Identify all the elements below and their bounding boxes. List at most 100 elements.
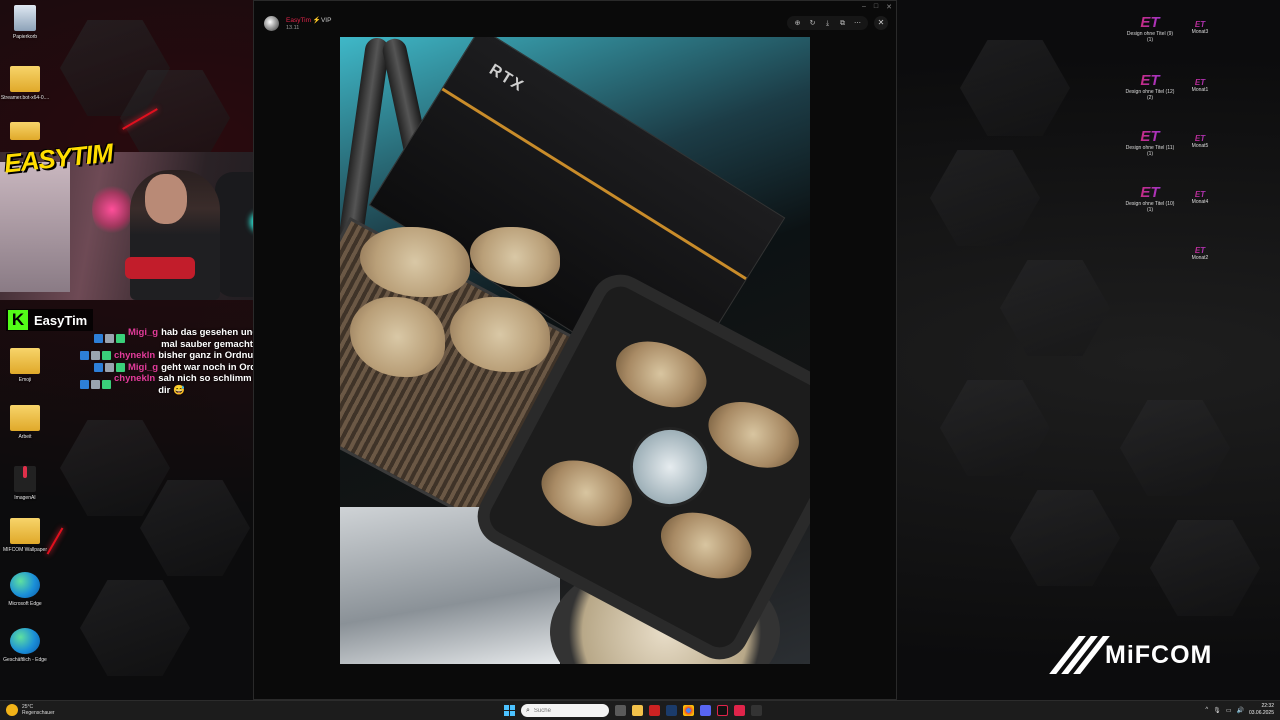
chat-badges (80, 350, 111, 362)
desktop-icon-monat4[interactable]: ET Monat4 (1174, 190, 1226, 205)
maximize-icon[interactable]: □ (874, 3, 878, 11)
download-icon[interactable]: ⤓ (823, 19, 832, 28)
desktop-icon-imagenai[interactable]: ImagenAI (0, 460, 50, 501)
fan-blade (650, 496, 761, 593)
post-date: 13.11 (286, 25, 300, 31)
desktop-icon-label: Geschäftlich - Edge (3, 657, 47, 663)
weather-widget[interactable]: 25°C Regenschauer (6, 704, 55, 716)
desktop-icon-monat3[interactable]: ET Monat3 (1174, 20, 1226, 35)
imagenai-taskbar-icon[interactable] (751, 705, 762, 716)
chat-username: chynekln (114, 350, 156, 361)
volume-icon[interactable]: 🔊 (1236, 707, 1243, 714)
channel-name: EasyTim (34, 312, 88, 328)
desktop-icon-folder-partial[interactable] (0, 122, 50, 143)
hex-pattern (1000, 260, 1110, 356)
desktop-icon-recycle-bin[interactable]: Papierkorb (0, 5, 50, 40)
desktop-icon-label: Microsoft Edge (8, 601, 42, 607)
webcam-pink-lamp (92, 182, 132, 237)
author-avatar[interactable] (264, 16, 279, 31)
task-view-icon[interactable] (615, 705, 626, 716)
desktop-icon-design-9[interactable]: ET Design ohne Titel (9) (1) (1124, 14, 1176, 43)
network-icon[interactable]: ▭ (1226, 707, 1232, 714)
chat-text: bisher ganz in Ordnung (158, 350, 265, 361)
desktop-icon-label: Papierkorb (12, 34, 38, 40)
fan-blade (698, 386, 808, 483)
desktop-icon-arbeit[interactable]: Arbeit (0, 405, 50, 440)
more-icon[interactable]: ⋯ (853, 19, 862, 28)
desktop-icon-monat2[interactable]: ET Monat2 (1174, 246, 1226, 261)
hex-pattern (1120, 400, 1230, 496)
viewer-header: – □ ✕ EasyTim ⚡VIP 13.11 ⊕ ↻ ⤓ ⧉ ⋯ ✕ (254, 1, 896, 37)
taskbar: 25°C Regenschauer ⌕ ^ 🎙 ▭ 🔊 22:32 03.06.… (0, 700, 1280, 720)
chat-badges (94, 327, 125, 350)
folder-icon (10, 122, 40, 140)
recycle-bin-icon (14, 5, 36, 31)
window-controls: – □ ✕ (862, 3, 892, 11)
clock[interactable]: 22:32 03.06.2025 (1249, 703, 1274, 717)
desktop-icon-label: Design ohne Titel (12) (2) (1125, 89, 1175, 101)
et-logo-icon: ET (1174, 78, 1226, 87)
author-line: EasyTim ⚡VIP (286, 16, 331, 24)
desktop-icon-design-10[interactable]: ET Design ohne Titel (10) (1) (1124, 184, 1176, 213)
folder-icon (10, 405, 40, 431)
desktop-icon-label: Monat4 (1191, 199, 1209, 205)
chat-username: chynekln (114, 373, 156, 384)
hex-pattern (1150, 520, 1260, 616)
hex-pattern (140, 480, 250, 576)
app-red-icon[interactable] (649, 705, 660, 716)
weather-text-block: 25°C Regenschauer (22, 704, 55, 716)
gpu-label: RTX (486, 61, 528, 96)
desktop-icon-label: Design ohne Titel (9) (1) (1126, 31, 1174, 43)
desktop-icon-label: Design ohne Titel (11) (1) (1125, 145, 1175, 157)
taskbar-search[interactable]: ⌕ (521, 704, 609, 717)
hex-pattern (60, 420, 170, 516)
desktop-icon-label: Monat1 (1191, 87, 1209, 93)
et-logo-icon: ET (1124, 72, 1176, 89)
desktop-icon-mifcom-wallpaper[interactable]: MIFCOM Wallpaper (0, 518, 50, 553)
rotate-icon[interactable]: ↻ (808, 19, 817, 28)
vip-badge: ⚡VIP (312, 17, 332, 24)
start-button[interactable] (504, 705, 515, 716)
discord-icon[interactable] (700, 705, 711, 716)
image-viewer-window[interactable]: – □ ✕ EasyTim ⚡VIP 13.11 ⊕ ↻ ⤓ ⧉ ⋯ ✕ RTX (253, 0, 897, 700)
zoom-icon[interactable]: ⊕ (793, 19, 802, 28)
chevron-up-icon[interactable]: ^ (1205, 707, 1208, 713)
external-icon[interactable]: ⧉ (838, 19, 847, 28)
kick-logo-icon: K (8, 310, 28, 330)
app-pink-icon[interactable] (734, 705, 745, 716)
taskbar-apps: ⌕ (504, 704, 762, 717)
desktop-icon-edge-business[interactable]: Geschäftlich - Edge (0, 628, 50, 663)
desktop-icon-design-12[interactable]: ET Design ohne Titel (12) (2) (1124, 72, 1176, 101)
search-icon: ⌕ (526, 706, 530, 714)
steam-icon[interactable] (666, 705, 677, 716)
close-viewer-button[interactable]: ✕ (874, 16, 888, 30)
desktop-icon-label: MIFCOM Wallpaper (3, 547, 47, 553)
hex-pattern (960, 40, 1070, 136)
desktop-icon-monat5[interactable]: ET Monat5 (1174, 134, 1226, 149)
mifcom-logo: MiFCOM (1049, 636, 1213, 674)
author-name[interactable]: EasyTim (286, 17, 311, 24)
close-window-icon[interactable]: ✕ (886, 3, 892, 11)
mifcom-wordmark: MiFCOM (1105, 640, 1213, 669)
desktop-icon-streamerbot[interactable]: Streamer.bot-x64-0.... (0, 66, 50, 101)
et-logo-icon: ET (1124, 184, 1176, 201)
desktop-icon-label: Emoji (18, 377, 32, 383)
desktop-icon-emoji[interactable]: Emoji (0, 348, 50, 383)
et-logo-icon: ET (1124, 128, 1176, 145)
desktop-icon-microsoft-edge[interactable]: Microsoft Edge (0, 572, 50, 607)
et-logo-icon: ET (1174, 246, 1226, 255)
folder-icon (10, 348, 40, 374)
mifcom-slashes-icon (1049, 636, 1110, 674)
tiktok-icon[interactable] (717, 705, 728, 716)
hex-pattern (80, 580, 190, 676)
desktop-icon-design-11[interactable]: ET Design ohne Titel (11) (1) (1124, 128, 1176, 157)
fan-blade (606, 325, 716, 422)
et-logo-icon: ET (1174, 20, 1226, 29)
minimize-icon[interactable]: – (862, 3, 866, 11)
chrome-icon[interactable] (683, 705, 694, 716)
search-input[interactable] (533, 707, 604, 714)
desktop-icon-monat1[interactable]: ET Monat1 (1174, 78, 1226, 93)
mic-icon[interactable]: 🎙 (1213, 707, 1221, 714)
file-explorer-icon[interactable] (632, 705, 643, 716)
folder-icon (10, 66, 40, 92)
